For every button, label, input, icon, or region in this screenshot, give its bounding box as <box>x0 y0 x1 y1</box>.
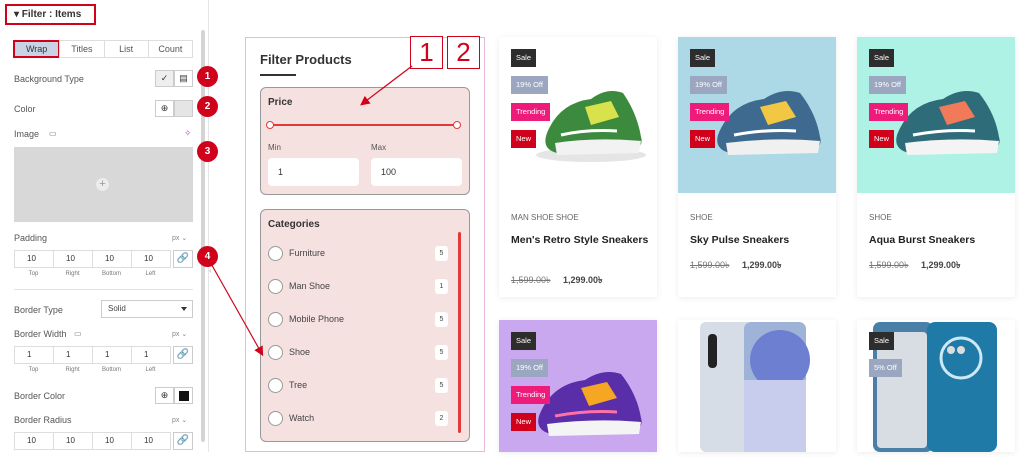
callout-arrow <box>360 65 413 106</box>
marker-4-arrow <box>208 259 264 357</box>
annotation-arrows <box>208 65 413 357</box>
